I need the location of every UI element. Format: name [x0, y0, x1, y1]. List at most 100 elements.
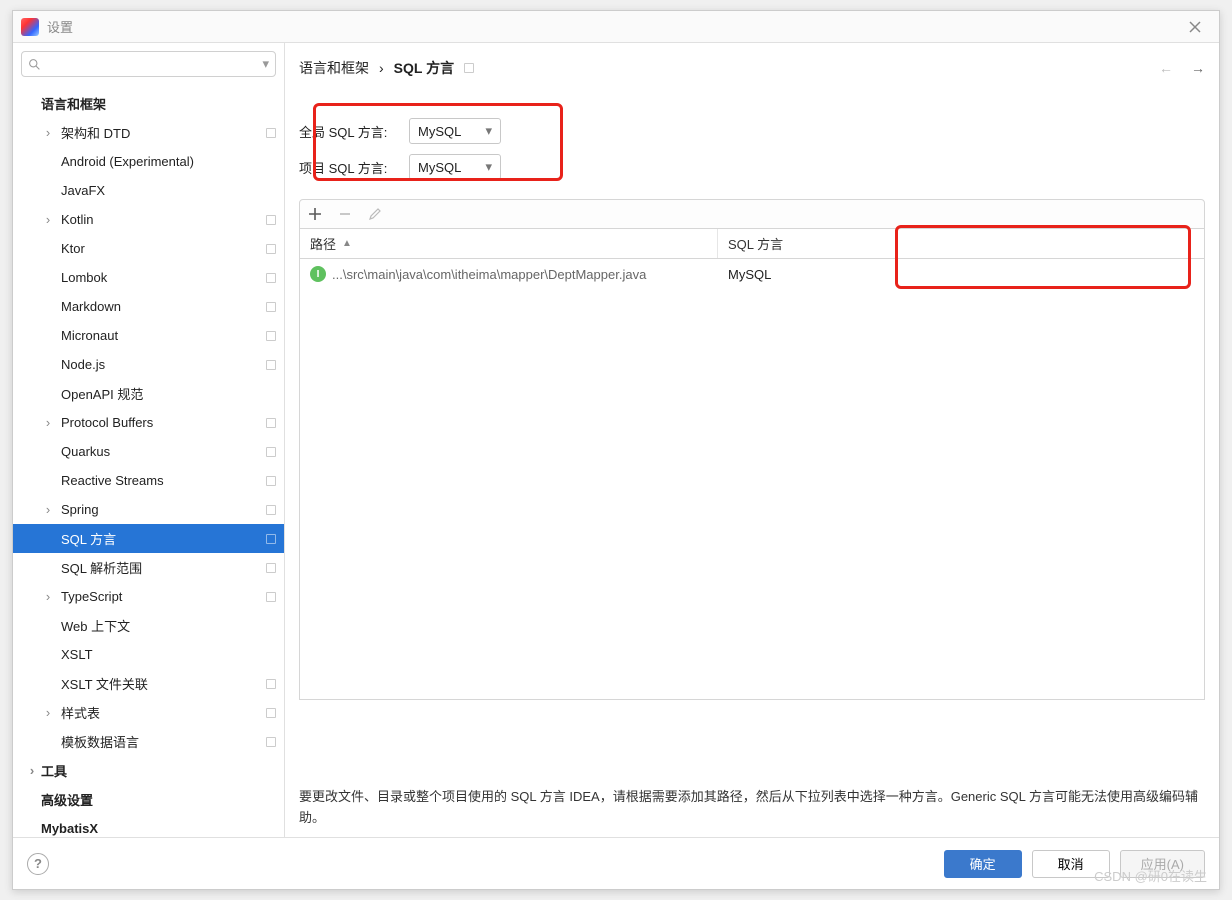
sidebar-item[interactable]: Android (Experimental)	[13, 147, 284, 176]
sidebar-item[interactable]: 语言和框架	[13, 89, 284, 118]
sidebar-item[interactable]: › Protocol Buffers	[13, 408, 284, 437]
column-path[interactable]: 路径 ▲	[300, 229, 718, 258]
column-dialect[interactable]: SQL 方言	[718, 229, 793, 258]
settings-dialog: 设置 ▾ 语言和框架›架构和 DTDAndroid (Experimental)…	[12, 10, 1220, 890]
table-row[interactable]: I...\src\main\java\com\itheima\mapper\De…	[300, 259, 1204, 289]
sidebar-item[interactable]: MybatisX	[13, 814, 284, 837]
breadcrumb: 语言和框架 › SQL 方言 ← →	[299, 53, 1205, 83]
search-input[interactable]: ▾	[21, 51, 276, 77]
sidebar-item[interactable]: › 工具	[13, 756, 284, 785]
sidebar-item[interactable]: Web 上下文	[13, 611, 284, 640]
scope-marker-icon	[266, 737, 276, 747]
scope-marker-icon	[266, 708, 276, 718]
chevron-right-icon: ›	[43, 592, 53, 602]
scope-marker-icon	[266, 505, 276, 515]
sidebar-item[interactable]: Reactive Streams	[13, 466, 284, 495]
sidebar-item[interactable]: XSLT 文件关联	[13, 669, 284, 698]
scope-marker-icon	[266, 360, 276, 370]
search-icon	[28, 58, 41, 71]
help-icon[interactable]: ?	[27, 853, 49, 875]
sidebar-item-label: Reactive Streams	[61, 473, 164, 488]
chevron-down-icon: ▾	[262, 56, 269, 72]
ok-button[interactable]: 确定	[944, 850, 1022, 878]
sidebar-item[interactable]: Markdown	[13, 292, 284, 321]
sidebar-item-label: 模板数据语言	[61, 732, 139, 751]
table-toolbar	[299, 199, 1205, 229]
project-dialect-label: 项目 SQL 方言:	[299, 158, 399, 177]
sidebar-item[interactable]: OpenAPI 规范	[13, 379, 284, 408]
sidebar-item-label: Markdown	[61, 299, 121, 314]
scope-marker-icon	[266, 128, 276, 138]
sidebar-item-label: SQL 解析范围	[61, 558, 142, 577]
remove-button[interactable]	[338, 207, 352, 221]
sidebar-item-label: 高级设置	[41, 790, 93, 809]
sidebar-item[interactable]: SQL 解析范围	[13, 553, 284, 582]
sidebar-item-label: XSLT	[61, 647, 93, 662]
sidebar-item[interactable]: ›Spring	[13, 495, 284, 524]
edit-button[interactable]	[368, 207, 382, 221]
sidebar-item-label: 样式表	[61, 703, 100, 722]
sidebar-item-label: Quarkus	[61, 444, 110, 459]
global-dialect-label: 全局 SQL 方言:	[299, 122, 399, 141]
chevron-right-icon: ›	[43, 708, 53, 718]
sidebar-item[interactable]: › 样式表	[13, 698, 284, 727]
hint-text: 要更改文件、目录或整个项目使用的 SQL 方言 IDEA，请根据需要添加其路径，…	[299, 771, 1205, 837]
sidebar-item[interactable]: JavaFX	[13, 176, 284, 205]
sidebar-item[interactable]: ›架构和 DTD	[13, 118, 284, 147]
sidebar-item[interactable]: › TypeScript	[13, 582, 284, 611]
table-body: I...\src\main\java\com\itheima\mapper\De…	[300, 259, 1204, 699]
sidebar-item[interactable]: 高级设置	[13, 785, 284, 814]
scope-marker-icon	[266, 331, 276, 341]
sidebar-item-label: MybatisX	[41, 821, 98, 836]
sidebar-item-label: 工具	[41, 761, 67, 780]
sort-asc-icon: ▲	[342, 238, 352, 249]
table-header: 路径 ▲ SQL 方言	[300, 229, 1204, 259]
content-pane: 语言和框架 › SQL 方言 ← → 全局 SQL 方言: MySQL ▾	[285, 43, 1219, 837]
dialect-table: 路径 ▲ SQL 方言 I...\src\main\java\com\ithei…	[299, 229, 1205, 700]
sidebar-item-label: Protocol Buffers	[61, 415, 153, 430]
settings-tree[interactable]: 语言和框架›架构和 DTDAndroid (Experimental)JavaF…	[13, 85, 284, 837]
cancel-button[interactable]: 取消	[1032, 850, 1110, 878]
apply-button[interactable]: 应用(A)	[1120, 850, 1205, 878]
file-type-icon: I	[310, 266, 326, 282]
sidebar-item[interactable]: Lombok	[13, 263, 284, 292]
nav-arrows: ← →	[1159, 60, 1205, 76]
sidebar-item[interactable]: Ktor	[13, 234, 284, 263]
scope-marker-icon	[464, 63, 474, 73]
sidebar-item[interactable]: 模板数据语言	[13, 727, 284, 756]
breadcrumb-separator: ›	[379, 60, 384, 76]
dialog-footer: ? 确定 取消 应用(A)	[13, 837, 1219, 889]
sidebar-item[interactable]: SQL 方言	[13, 524, 284, 553]
close-icon[interactable]	[1179, 11, 1211, 43]
sidebar-item-label: Lombok	[61, 270, 107, 285]
forward-icon[interactable]: →	[1191, 60, 1205, 76]
sidebar-item[interactable]: Micronaut	[13, 321, 284, 350]
global-dialect-select[interactable]: MySQL ▾	[409, 118, 501, 144]
sidebar-item[interactable]: XSLT	[13, 640, 284, 669]
scope-marker-icon	[266, 273, 276, 283]
project-dialect-select[interactable]: MySQL ▾	[409, 154, 501, 180]
chevron-right-icon: ›	[43, 418, 53, 428]
sidebar-item[interactable]: Node.js	[13, 350, 284, 379]
sidebar-item[interactable]: Quarkus	[13, 437, 284, 466]
window-title: 设置	[47, 17, 73, 36]
app-icon	[21, 18, 39, 36]
scope-marker-icon	[266, 563, 276, 573]
sidebar-item-label: 架构和 DTD	[61, 123, 130, 142]
sidebar-item-label: Spring	[61, 502, 99, 517]
scope-marker-icon	[266, 476, 276, 486]
sidebar-item-label: JavaFX	[61, 183, 105, 198]
sidebar-item-label: XSLT 文件关联	[61, 674, 148, 693]
sidebar-item[interactable]: ›Kotlin	[13, 205, 284, 234]
scope-marker-icon	[266, 302, 276, 312]
sidebar-item-label: TypeScript	[61, 589, 122, 604]
scope-marker-icon	[266, 447, 276, 457]
sidebar-item-label: Web 上下文	[61, 616, 130, 635]
sidebar-item-label: Kotlin	[61, 212, 94, 227]
dialect-form: 全局 SQL 方言: MySQL ▾ 项目 SQL 方言: MySQL ▾	[299, 113, 1205, 185]
chevron-right-icon: ›	[27, 766, 37, 776]
sidebar-item-label: SQL 方言	[61, 529, 116, 548]
back-icon[interactable]: ←	[1159, 60, 1173, 76]
add-button[interactable]	[308, 207, 322, 221]
breadcrumb-parent[interactable]: 语言和框架	[299, 58, 369, 78]
